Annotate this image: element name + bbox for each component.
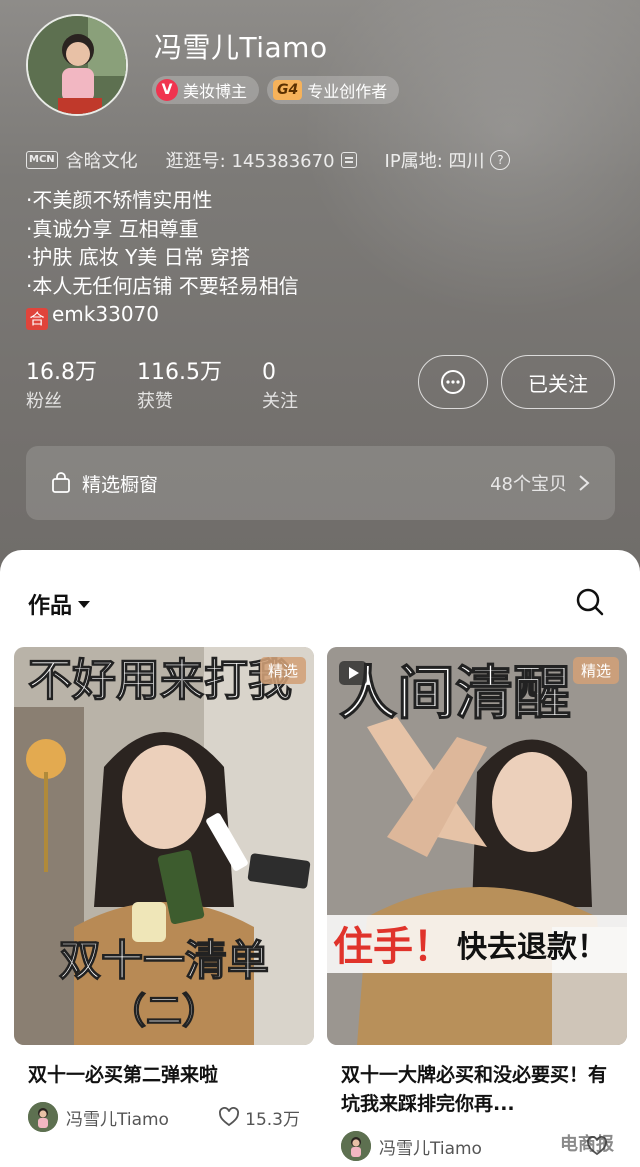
cover-caption-black: 快去退款！: [457, 931, 607, 964]
card-title: 双十一大牌必买和没必要买！有坑我来踩排完你再...: [341, 1064, 608, 1115]
like-count[interactable]: 15.3万: [218, 1105, 300, 1130]
cover-image: 人间清醒 住手！ 快去退款！: [327, 647, 627, 1045]
profile-avatar[interactable]: [26, 14, 128, 116]
stat-following[interactable]: 0 关注: [262, 358, 298, 416]
card-title: 双十一必买第二弹来啦: [28, 1064, 219, 1086]
bio-line: ·本人无任何店铺 不要轻易相信: [26, 273, 299, 298]
heart-icon: [219, 1107, 240, 1127]
creator-badge[interactable]: G4 专业创作者: [267, 76, 400, 104]
author-avatar[interactable]: [341, 1131, 371, 1161]
account-id: 逛逛号: 145383670: [165, 151, 335, 172]
message-button[interactable]: [418, 355, 488, 409]
showcase-count: 48个宝贝: [490, 474, 567, 495]
work-card[interactable]: 人间清醒 住手！ 快去退款！ 精选 双十一大牌必买和没必要买！有坑我来踩排完你再…: [327, 647, 627, 1161]
bio-line: ·真诚分享 互相尊重: [26, 216, 199, 241]
featured-tag: 精选: [572, 657, 619, 684]
followed-button[interactable]: 已关注: [501, 355, 615, 409]
avatar-photo: [28, 16, 126, 114]
tab-works-label: 作品: [28, 594, 73, 619]
like-count-value: 15.3万: [245, 1109, 300, 1130]
cover-subtitle: （二）: [110, 990, 218, 1031]
cover-image: 不好用来打我 双十一清单 （二）: [14, 647, 314, 1045]
cover-title: 双十一清单: [59, 937, 269, 984]
cover-headline: 不好用来打我: [28, 656, 292, 705]
video-play-icon: [339, 661, 367, 685]
mcn-name[interactable]: 含晗文化: [66, 147, 138, 173]
stat-label: 粉丝: [26, 391, 62, 412]
tab-works[interactable]: 作品: [28, 588, 91, 620]
profile-header: 冯雪儿Tiamo V 美妆博主 G4 专业创作者 MCN 含晗文化 逛逛号: 1…: [0, 0, 640, 600]
badge-row: V 美妆博主 G4 专业创作者: [152, 76, 400, 104]
stat-likes[interactable]: 116.5万 获赞: [137, 358, 222, 416]
contact-icon: 合: [26, 308, 48, 331]
cover-caption-red: 住手！: [333, 925, 453, 969]
chat-bubble-icon: [441, 370, 465, 394]
search-icon[interactable]: [574, 586, 606, 618]
author-avatar-image: [341, 1131, 371, 1161]
shopping-bag-icon: [52, 472, 70, 493]
chevron-right-icon: [579, 475, 590, 491]
level-g4-icon: G4: [273, 80, 303, 100]
profile-username: 冯雪儿Tiamo: [154, 31, 328, 64]
ip-location: IP属地: 四川: [384, 151, 485, 172]
showcase-label: 精选橱窗: [82, 473, 159, 496]
beauty-blogger-badge[interactable]: V 美妆博主: [152, 76, 260, 104]
cover-headline: 人间清醒: [339, 661, 571, 726]
works-panel: 作品 不好用来打我 双十一清单 （二） 精选 双十一必买第二弹来啦 冯雪儿Tia…: [0, 550, 640, 1167]
video-cover[interactable]: 人间清醒 住手！ 快去退款！ 精选: [327, 647, 627, 1045]
stat-value: 0: [261, 360, 276, 385]
featured-tag: 精选: [259, 657, 306, 684]
bio-line: ·护肤 底妆 Y美 日常 穿搭: [26, 245, 251, 269]
author-name[interactable]: 冯雪儿Tiamo: [379, 1134, 586, 1159]
video-cover[interactable]: 不好用来打我 双十一清单 （二） 精选: [14, 647, 314, 1045]
stat-value: 16.8万: [26, 360, 97, 385]
creator-badge-label: 专业创作者: [307, 82, 388, 101]
profile-meta-row: MCN 含晗文化 逛逛号: 145383670 IP属地: 四川 ?: [26, 147, 511, 173]
verified-v-icon: V: [156, 79, 178, 101]
work-card[interactable]: 不好用来打我 双十一清单 （二） 精选 双十一必买第二弹来啦 冯雪儿Tiamo: [14, 647, 314, 1132]
stat-followers[interactable]: 16.8万 粉丝: [26, 358, 97, 416]
stat-value: 116.5万: [137, 360, 222, 385]
beauty-badge-label: 美妆博主: [183, 82, 248, 101]
bio-line: ·不美颜不矫情实用性: [26, 188, 213, 212]
caret-down-icon: [78, 600, 91, 608]
contact-handle: emk33070: [52, 302, 159, 326]
card-footer: 冯雪儿Tiamo 15.3万: [14, 1102, 314, 1132]
help-icon[interactable]: ?: [490, 150, 511, 170]
watermark: 电商报: [560, 1134, 614, 1155]
stat-label: 关注: [261, 391, 298, 412]
contact-line: 合 emk33070: [26, 300, 299, 331]
stat-label: 获赞: [137, 391, 173, 412]
mcn-icon: MCN: [26, 151, 58, 169]
profile-bio: ·不美颜不矫情实用性 ·真诚分享 互相尊重 ·护肤 底妆 Y美 日常 穿搭 ·本…: [26, 186, 299, 331]
author-avatar-image: [28, 1102, 58, 1132]
showcase-entry[interactable]: 精选橱窗 48个宝贝: [26, 446, 615, 520]
copy-icon[interactable]: [340, 152, 357, 168]
author-name[interactable]: 冯雪儿Tiamo: [66, 1105, 218, 1130]
profile-stats: 16.8万 粉丝 116.5万 获赞 0 关注: [26, 358, 338, 416]
author-avatar[interactable]: [28, 1102, 58, 1132]
